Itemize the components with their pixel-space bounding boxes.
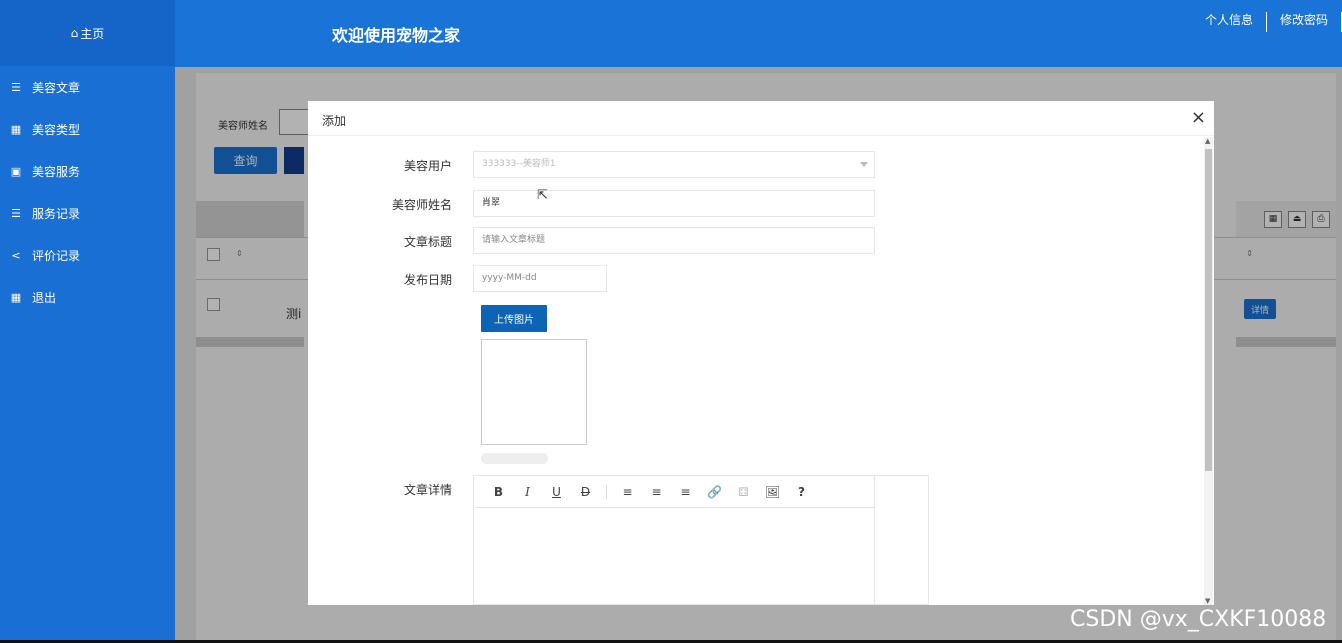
- home-icon: ⌂: [70, 26, 79, 40]
- chevron-down-icon: [860, 162, 868, 167]
- unlink-icon[interactable]: ⚃: [729, 485, 758, 499]
- scroll-up-icon[interactable]: ▲: [1205, 137, 1210, 145]
- modal-scrollbar[interactable]: ▲ ▼: [1204, 137, 1213, 605]
- share-icon: <: [11, 248, 21, 262]
- image-icon[interactable]: 🖼: [758, 485, 787, 499]
- editor-side-panel: [875, 475, 929, 605]
- align-center-icon[interactable]: ≡: [642, 485, 671, 499]
- italic-icon[interactable]: I: [513, 485, 542, 499]
- grid-icon: ▦: [10, 290, 22, 304]
- scroll-down-icon[interactable]: ▼: [1205, 597, 1210, 605]
- grid-icon: ▦: [10, 122, 22, 136]
- mouse-cursor-icon: ⇱: [537, 188, 548, 203]
- modal-body: 美容用户 333333--美容师1 美容师姓名 肖翠 文章标题 请输入文章标题 …: [308, 137, 1203, 605]
- sidebar-item-label: 美容服务: [32, 164, 81, 179]
- sidebar-item-beauty-types[interactable]: ▦ 美容类型: [0, 108, 175, 150]
- help-icon[interactable]: ?: [787, 485, 816, 499]
- align-right-icon[interactable]: ≡: [671, 485, 700, 499]
- sidebar-item-beauty-services[interactable]: ▣ 美容服务: [0, 150, 175, 192]
- sidebar-item-beauty-articles[interactable]: ☰ 美容文章: [0, 66, 175, 108]
- editor-toolbar: B I U D ≡ ≡ ≡ 🔗 ⚃ 🖼 ?: [474, 476, 874, 508]
- user-select-value: 333333--美容师1: [482, 159, 556, 169]
- link-icon[interactable]: 🔗: [700, 485, 729, 499]
- user-label: 美容用户: [403, 159, 452, 173]
- watermark: CSDN @vx_CXKF10088: [1070, 607, 1327, 632]
- add-modal: 添加 × 美容用户 333333--美容师1 美容师姓名 肖翠 文章标题 请输入…: [308, 101, 1214, 605]
- header-links: 个人信息 修改密码: [1192, 12, 1342, 32]
- top-header: 欢迎使用宠物之家 个人信息 修改密码: [175, 0, 1342, 67]
- upload-image-button[interactable]: 上传图片: [481, 305, 547, 332]
- rich-text-editor[interactable]: B I U D ≡ ≡ ≡ 🔗 ⚃ 🖼 ?: [473, 475, 875, 605]
- beautician-name-input[interactable]: 肖翠: [473, 190, 875, 217]
- change-password-link[interactable]: 修改密码: [1267, 12, 1342, 32]
- close-icon[interactable]: ×: [1191, 107, 1206, 128]
- sidebar-item-logout[interactable]: ▦ 退出: [0, 276, 175, 318]
- upload-progress: [481, 453, 548, 464]
- user-select[interactable]: 333333--美容师1: [473, 151, 875, 178]
- article-detail-label: 文章详情: [403, 483, 452, 497]
- sidebar-item-label: 评价记录: [32, 248, 81, 263]
- underline-icon[interactable]: U: [542, 485, 571, 499]
- sidebar-item-service-records[interactable]: ☰ 服务记录: [0, 192, 175, 234]
- publish-date-input[interactable]: yyyy-MM-dd: [473, 265, 607, 292]
- modal-header: 添加 ×: [308, 101, 1214, 136]
- sidebar-home[interactable]: ⌂ 主页: [0, 0, 175, 66]
- toolbar-divider: [606, 484, 607, 499]
- sidebar-item-label: 美容文章: [32, 80, 81, 95]
- sidebar-home-label: 主页: [80, 26, 105, 41]
- list-icon: ☰: [11, 80, 21, 94]
- sidebar-item-label: 退出: [32, 290, 57, 305]
- sidebar-item-label: 服务记录: [32, 206, 81, 221]
- modal-scrollbar-thumb[interactable]: [1205, 149, 1212, 471]
- article-title-input[interactable]: 请输入文章标题: [473, 227, 875, 254]
- sidebar-item-label: 美容类型: [32, 122, 81, 137]
- page-title: 欢迎使用宠物之家: [332, 26, 461, 45]
- article-title-label: 文章标题: [403, 235, 452, 249]
- beautician-name-label: 美容师姓名: [391, 198, 452, 212]
- bold-icon[interactable]: B: [484, 485, 513, 499]
- image-preview: [481, 339, 587, 445]
- sidebar-item-review-records[interactable]: < 评价记录: [0, 234, 175, 276]
- publish-date-label: 发布日期: [403, 273, 452, 287]
- modal-title: 添加: [322, 114, 347, 128]
- list-icon: ☰: [11, 206, 21, 220]
- bookmark-icon: ▣: [10, 164, 22, 178]
- profile-link[interactable]: 个人信息: [1192, 12, 1267, 32]
- strikethrough-icon[interactable]: D: [571, 485, 600, 499]
- align-left-icon[interactable]: ≡: [613, 485, 642, 499]
- sidebar: ⌂ 主页 ☰ 美容文章 ▦ 美容类型 ▣ 美容服务 ☰ 服务记录 < 评价记录 …: [0, 0, 175, 640]
